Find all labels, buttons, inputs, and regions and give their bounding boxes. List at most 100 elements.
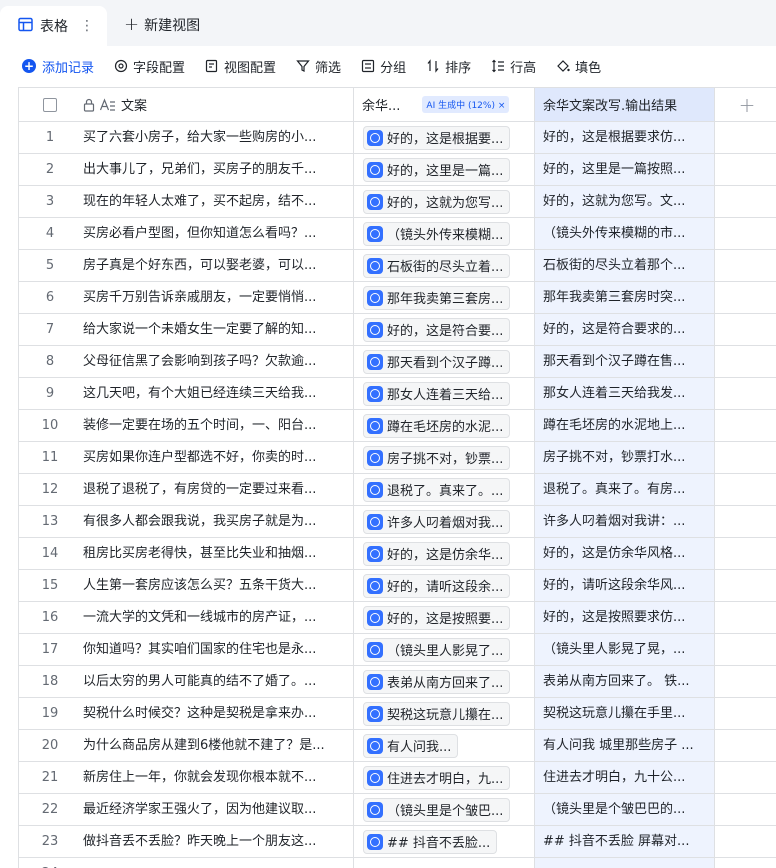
ai-result-chip[interactable]: 表弟从南方回来了... <box>363 669 511 694</box>
cell-output[interactable]: 表弟从南方回来了。 铁... <box>535 666 715 697</box>
ai-result-chip[interactable]: 许多人叼着烟对我... <box>363 509 511 534</box>
ai-result-chip[interactable]: 好的，这是符合要... <box>363 317 511 342</box>
cell-text[interactable]: 买了六套小房子，给大家一些购房的小... <box>81 122 354 153</box>
table-row[interactable]: 3 现在的年轻人太难了，买不起房，结不... 好的，这就为您写... 好的，这就为您写… <box>19 186 776 218</box>
table-row[interactable]: 4 买房必看户型图，但你知道怎么看吗？... （镜头外传来模糊... （镜头外传来模糊… <box>19 218 776 250</box>
cell-output[interactable]: （镜头里人影晃了晃，... <box>535 634 715 665</box>
cell-text[interactable]: 买房如果你连户型都选不好，你卖的时... <box>81 442 354 473</box>
ai-result-chip[interactable]: 房子挑不对，钞票... <box>363 445 511 470</box>
cell-text[interactable]: 现在的年轻人太难了，买不起房，结不... <box>81 186 354 217</box>
cell-output[interactable]: 房子挑不对，钞票打水... <box>535 442 715 473</box>
ai-result-chip[interactable]: ## 抖音不丢脸... <box>363 829 498 854</box>
more-options-icon[interactable]: ⋮ <box>80 18 94 34</box>
cell-text[interactable]: 买房千万别告诉亲戚朋友，一定要悄悄... <box>81 282 354 313</box>
table-row[interactable]: 8 父母征信黑了会影响到孩子吗？欠款逾... 那天看到个汉子蹲... 那天看到个汉子蹲… <box>19 346 776 378</box>
cell-text[interactable]: 出大事儿了，兄弟们，买房子的朋友千... <box>81 154 354 185</box>
table-row[interactable]: 20 为什么商品房从建到6楼他就不建了？是... 有人问我... 有人问我 城里那些房… <box>19 730 776 762</box>
cell-ai[interactable]: 表弟从南方回来了... <box>354 666 535 697</box>
cell-ai[interactable]: 那天看到个汉子蹲... <box>354 346 535 377</box>
column-header-ai[interactable]: 余华... AI 生成中 (12%) × <box>354 88 535 121</box>
ai-result-chip[interactable]: 那年我卖第三套房... <box>363 285 511 310</box>
cell-ai[interactable]: 那女人连着三天给... <box>354 378 535 409</box>
cell-ai[interactable]: 住进去才明白，九... <box>354 762 535 793</box>
cell-text[interactable]: 退税了退税了，有房贷的一定要过来看... <box>81 474 354 505</box>
ai-result-chip[interactable]: 好的，这就为您写... <box>363 189 511 214</box>
cell-text[interactable]: 这几天吧，有个大姐已经连续三天给我... <box>81 378 354 409</box>
ai-result-chip[interactable]: 石板街的尽头立着... <box>363 253 511 278</box>
cell-text[interactable]: 房子真是个好东西，可以娶老婆，可以... <box>81 250 354 281</box>
cell-text[interactable]: 做抖音丢不丢脸？昨天晚上一个朋友这... <box>81 826 354 857</box>
cell-output[interactable]: 那天看到个汉子蹲在售... <box>535 346 715 377</box>
ai-result-chip[interactable]: 好的，这里是一篇... <box>363 157 511 182</box>
cell-text[interactable]: 人生第一套房应该怎么买？五条干货大... <box>81 570 354 601</box>
ai-result-chip[interactable]: 好的，这是仿余华... <box>363 541 511 566</box>
select-all-cell[interactable] <box>19 88 81 121</box>
cell-output[interactable]: （镜头外传来模糊的市... <box>535 218 715 249</box>
table-row[interactable]: 15 人生第一套房应该怎么买？五条干货大... 好的，请听这段余... 好的，请听这段… <box>19 570 776 602</box>
cell-text[interactable]: 买房必看户型图，但你知道怎么看吗？... <box>81 218 354 249</box>
cell-output[interactable]: 蹲在毛坯房的水泥地上... <box>535 410 715 441</box>
cell-ai[interactable]: 蹲在毛坯房的水泥... <box>354 410 535 441</box>
cell-ai[interactable]: 好的，请听这段余... <box>354 570 535 601</box>
cell-text[interactable]: 契税什么时候交？这种是契税是拿来办... <box>81 698 354 729</box>
ai-result-chip[interactable]: 有人问我... <box>363 733 459 758</box>
cell-output[interactable]: （镜头里是个皱巴巴的... <box>535 794 715 825</box>
add-record-button[interactable]: + 添加记录 <box>22 57 94 76</box>
cell-ai[interactable]: （镜头里是个皱巴... <box>354 794 535 825</box>
cell-text[interactable]: 为什么商品房从建到6楼他就不建了？是... <box>81 730 354 761</box>
table-row[interactable]: 22 最近经济学家王强火了，因为他建议取... （镜头里是个皱巴... （镜头里是个皱… <box>19 794 776 826</box>
table-row[interactable]: 5 房子真是个好东西，可以娶老婆，可以... 石板街的尽头立着... 石板街的尽头立着… <box>19 250 776 282</box>
cell-ai[interactable]: 好的，这是符合要... <box>354 314 535 345</box>
cell-output[interactable]: 好的，这是仿余华风格... <box>535 538 715 569</box>
cell-output[interactable]: 好的，这是根据要求仿... <box>535 122 715 153</box>
cell-text[interactable]: 给大家说一个未婚女生一定要了解的知... <box>81 314 354 345</box>
cell-ai[interactable]: 房子挑不对，钞票... <box>354 442 535 473</box>
ai-result-chip[interactable]: 好的，这是根据要... <box>363 125 511 150</box>
cell-text[interactable]: 父母征信黑了会影响到孩子吗？欠款逾... <box>81 346 354 377</box>
table-row[interactable]: 12 退税了退税了，有房贷的一定要过来看... 退税了。真来了。... 退税了。真来了… <box>19 474 776 506</box>
table-row[interactable]: 1 买了六套小房子，给大家一些购房的小... 好的，这是根据要... 好的，这是根据要… <box>19 122 776 154</box>
ai-result-chip[interactable]: 蹲在毛坯房的水泥... <box>363 413 511 438</box>
table-row[interactable]: 9 这几天吧，有个大姐已经连续三天给我... 那女人连着三天给... 那女人连着三天给… <box>19 378 776 410</box>
select-all-checkbox[interactable] <box>43 97 57 112</box>
table-row[interactable]: 23 做抖音丢不丢脸？昨天晚上一个朋友这... ## 抖音不丢脸... ## 抖音不丢… <box>19 826 776 858</box>
cell-text[interactable]: 装修一定要在场的五个时间，一、阳台... <box>81 410 354 441</box>
cell-ai[interactable]: 石板街的尽头立着... <box>354 250 535 281</box>
column-header-text[interactable]: 文案 <box>81 88 354 121</box>
cell-output[interactable]: 住进去才明白，九十公... <box>535 762 715 793</box>
table-row[interactable]: 16 一流大学的文凭和一线城市的房产证，... 好的，这是按照要... 好的，这是按照… <box>19 602 776 634</box>
cell-ai[interactable]: 好的，这是根据要... <box>354 122 535 153</box>
cell-ai[interactable]: （镜头外传来模糊... <box>354 218 535 249</box>
cell-output[interactable]: 好的，这里是一篇按照... <box>535 154 715 185</box>
cell-text[interactable]: 你知道吗？其实咱们国家的住宅也是永... <box>81 634 354 665</box>
ai-result-chip[interactable]: 好的，请听这段余... <box>363 573 511 598</box>
table-row[interactable]: 11 买房如果你连户型都选不好，你卖的时... 房子挑不对，钞票... 房子挑不对，钞… <box>19 442 776 474</box>
ai-result-chip[interactable]: （镜头外传来模糊... <box>363 221 511 246</box>
sort-button[interactable]: 排序 <box>426 57 471 76</box>
cell-text[interactable]: 租房比买房老得快，甚至比失业和抽烟... <box>81 538 354 569</box>
cell-ai[interactable]: 好的，这是仿余华... <box>354 538 535 569</box>
cell-output[interactable]: 好的，这是符合要求的... <box>535 314 715 345</box>
cell-output[interactable] <box>535 858 715 868</box>
cell-output[interactable]: 契税这玩意儿攥在手里... <box>535 698 715 729</box>
field-config-button[interactable]: 字段配置 <box>114 57 185 76</box>
table-row[interactable]: 24 <box>19 858 776 868</box>
filter-button[interactable]: 筛选 <box>296 57 341 76</box>
tab-table-view[interactable]: 表格 ⋮ <box>0 6 107 46</box>
cell-text[interactable]: 以后太穷的男人可能真的结不了婚了。... <box>81 666 354 697</box>
table-row[interactable]: 18 以后太穷的男人可能真的结不了婚了。... 表弟从南方回来了... 表弟从南方回来… <box>19 666 776 698</box>
cell-text[interactable]: 新房住上一年，你就会发现你根本就不... <box>81 762 354 793</box>
table-row[interactable]: 13 有很多人都会跟我说，我买房子就是为... 许多人叼着烟对我... 许多人叼着烟对… <box>19 506 776 538</box>
ai-result-chip[interactable]: 契税这玩意儿攥在... <box>363 701 511 726</box>
cell-ai[interactable]: 许多人叼着烟对我... <box>354 506 535 537</box>
cell-output[interactable]: 好的，请听这段余华风... <box>535 570 715 601</box>
cell-text[interactable] <box>81 858 354 868</box>
cell-ai[interactable]: 好的，这就为您写... <box>354 186 535 217</box>
add-column-button[interactable]: + <box>715 88 776 121</box>
cell-ai[interactable]: 好的，这里是一篇... <box>354 154 535 185</box>
table-row[interactable]: 2 出大事儿了，兄弟们，买房子的朋友千... 好的，这里是一篇... 好的，这里是一篇… <box>19 154 776 186</box>
view-config-button[interactable]: 视图配置 <box>205 57 276 76</box>
ai-result-chip[interactable]: 退税了。真来了。... <box>363 477 511 502</box>
table-row[interactable]: 17 你知道吗？其实咱们国家的住宅也是永... （镜头里人影晃了... （镜头里人影晃… <box>19 634 776 666</box>
ai-result-chip[interactable]: 那天看到个汉子蹲... <box>363 349 511 374</box>
